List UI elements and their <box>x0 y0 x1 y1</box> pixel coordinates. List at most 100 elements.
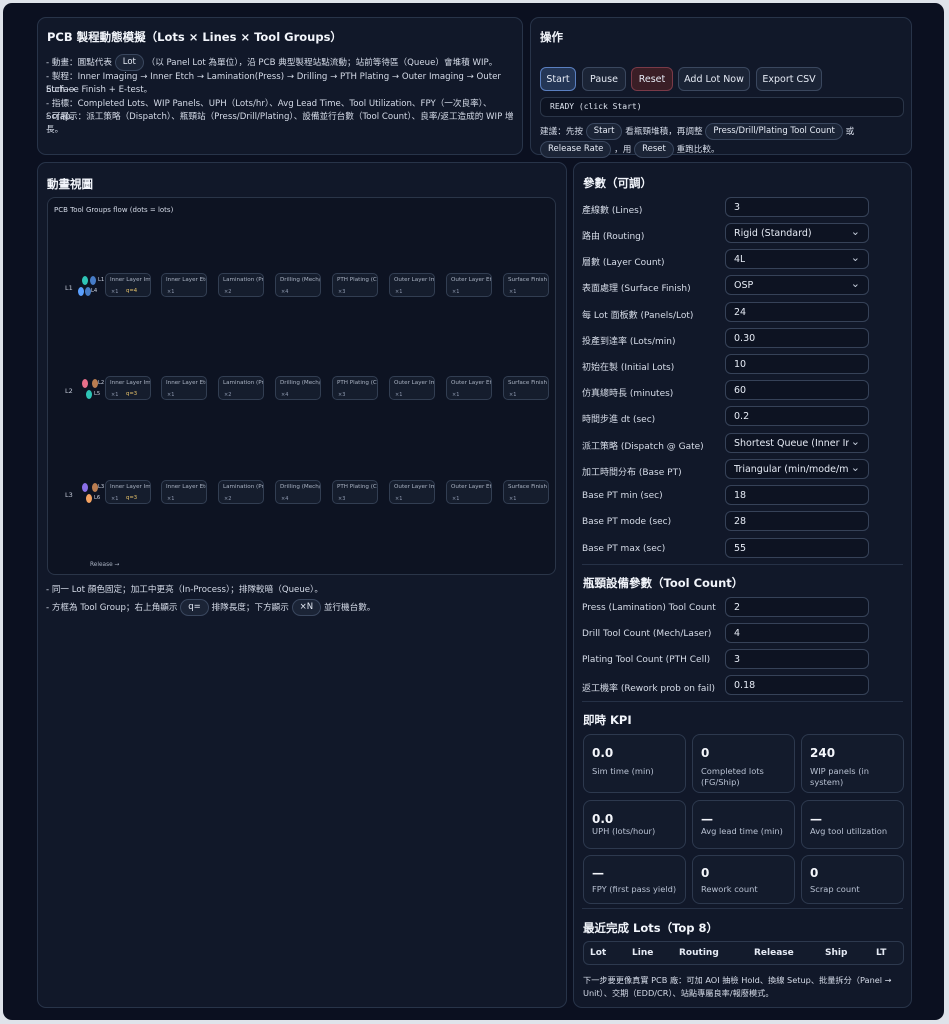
tool-group[interactable]: Outer Layer Etchin... ×1 <box>446 273 492 297</box>
tool-group-name: PTH Plating (Cu) <box>337 484 377 490</box>
kpi-value: 0 <box>701 746 710 760</box>
animation-title: 動畫視圖 <box>47 177 93 191</box>
param-value: Shortest Queue (Inner Ir <box>734 437 850 449</box>
tool-group[interactable]: Outer Layer Imagin... ×1 <box>389 480 435 504</box>
tool-group[interactable]: PTH Plating (Cu) ×3 <box>332 480 378 504</box>
kpi-card: 0 Scrap count <box>801 855 904 904</box>
tool-group[interactable]: Inner Layer Etchin... ×1 <box>161 480 207 504</box>
tool-group[interactable]: Inner Layer Etchin... ×1 <box>161 273 207 297</box>
kpi-label: Sim time (min) <box>592 766 654 776</box>
tool-group-count: ×1 <box>509 392 517 398</box>
param-value: 24 <box>734 306 747 318</box>
tool-group[interactable]: Inner Layer Etchin... ×1 <box>161 376 207 400</box>
tool-group[interactable]: Drilling (Mech/Las... ×4 <box>275 480 321 504</box>
tool-group-count: ×1 <box>167 496 175 502</box>
divider <box>582 701 903 702</box>
param-input[interactable]: 3 <box>725 197 869 217</box>
tool-group-count: ×1 <box>395 289 403 295</box>
tool-group[interactable]: Outer Layer Etchin... ×1 <box>446 480 492 504</box>
kpi-value: — <box>701 812 713 826</box>
param-select[interactable]: Triangular (min/mode/m <box>725 459 869 479</box>
page-title: PCB 製程動態模擬（Lots × Lines × Tool Groups） <box>47 30 342 44</box>
param-input[interactable]: 18 <box>725 485 869 505</box>
tool-count-input[interactable]: 0.18 <box>725 675 869 695</box>
tool-group[interactable]: Drilling (Mech/Las... ×4 <box>275 376 321 400</box>
param-input[interactable]: 0.30 <box>725 328 869 348</box>
param-input[interactable]: 28 <box>725 511 869 531</box>
tool-count-value: 2 <box>734 601 741 613</box>
kpi-label: Completed lots (FG/Ship) <box>701 766 764 787</box>
param-select[interactable]: OSP <box>725 275 869 295</box>
param-input[interactable]: 0.2 <box>725 406 869 426</box>
tool-group[interactable]: Lamination (Press) ×2 <box>218 273 264 297</box>
tool-group-name: Inner Layer Imagin... <box>110 277 150 283</box>
lot-label: L1 <box>98 277 105 283</box>
queue-length: q=3 <box>126 391 138 397</box>
queue-length: q=4 <box>126 288 138 294</box>
param-value: 4L <box>734 253 746 265</box>
param-input[interactable]: 24 <box>725 302 869 322</box>
export-csv-button[interactable]: Export CSV <box>756 67 822 91</box>
pause-button[interactable]: Pause <box>582 67 626 91</box>
tool-group[interactable]: Drilling (Mech/Las... ×4 <box>275 273 321 297</box>
param-select[interactable]: Shortest Queue (Inner Ir <box>725 433 869 453</box>
kpi-value: 240 <box>810 746 836 760</box>
flow-canvas[interactable]: PCB Tool Groups flow (dots = lots) Relea… <box>47 197 556 575</box>
tool-group-count: ×1 <box>452 392 460 398</box>
tool-group-name: Inner Layer Etchin... <box>166 380 206 386</box>
tool-group-count: ×1 <box>111 392 119 398</box>
tool-group[interactable]: Surface Finish + E... ×1 <box>503 273 549 297</box>
note2-b: 排隊長度；下方顯示 <box>211 603 289 613</box>
recent-lots-table: Lot Line Routing Release Ship LT <box>583 941 904 965</box>
tool-count-input[interactable]: 4 <box>725 623 869 643</box>
desc-process-cont: Surface Finish + E-test。 <box>46 85 153 95</box>
tool-group-name: Outer Layer Imagin... <box>394 277 434 283</box>
tip-start-pill: Start <box>585 123 623 140</box>
footer-note: 下一步要更像真實 PCB 廠：可加 AOI 抽檢 Hold、換線 Setup、批… <box>583 975 892 985</box>
add-lot-button[interactable]: Add Lot Now <box>678 67 750 91</box>
tool-count-input[interactable]: 2 <box>725 597 869 617</box>
tool-count-input[interactable]: 3 <box>725 649 869 669</box>
reset-button[interactable]: Reset <box>631 67 673 91</box>
tool-group-name: Lamination (Press) <box>223 277 263 283</box>
param-select[interactable]: Rigid (Standard) <box>725 223 869 243</box>
tool-group[interactable]: PTH Plating (Cu) ×3 <box>332 376 378 400</box>
tool-group-name: PTH Plating (Cu) <box>337 277 377 283</box>
tool-group[interactable]: Surface Finish + E... ×1 <box>503 480 549 504</box>
tool-group[interactable]: Lamination (Press) ×2 <box>218 480 264 504</box>
tool-group-name: Inner Layer Etchin... <box>166 277 206 283</box>
tool-group[interactable]: Outer Layer Imagin... ×1 <box>389 273 435 297</box>
param-input[interactable]: 10 <box>725 354 869 374</box>
legend-note-2: - 方框為 Tool Group；右上角顯示 q= 排隊長度；下方顯示 ×N 並… <box>46 599 375 616</box>
tool-group[interactable]: Inner Layer Imagin... ×1 q=3 <box>105 480 151 504</box>
note2-a: - 方框為 Tool Group；右上角顯示 <box>46 603 178 613</box>
tool-group[interactable]: Outer Layer Etchin... ×1 <box>446 376 492 400</box>
param-input[interactable]: 55 <box>725 538 869 558</box>
kpi-label: FPY (first pass yield) <box>592 884 677 894</box>
start-button[interactable]: Start <box>540 67 576 91</box>
kpi-label: Scrap count <box>810 884 860 894</box>
tool-group-count: ×1 <box>111 289 119 295</box>
param-label: 仿真總時長 (minutes) <box>582 389 674 399</box>
tool-group[interactable]: Surface Finish + E... ×1 <box>503 376 549 400</box>
tool-group[interactable]: Lamination (Press) ×2 <box>218 376 264 400</box>
lot-label: L4 <box>91 288 98 294</box>
tool-group-count: ×4 <box>281 289 289 295</box>
kpi-label: Rework count <box>701 884 758 894</box>
tool-group[interactable]: Inner Layer Imagin... ×1 q=3 <box>105 376 151 400</box>
param-select[interactable]: 4L <box>725 249 869 269</box>
lot-label: L3 <box>98 484 105 490</box>
canvas-title: PCB Tool Groups flow (dots = lots) <box>54 206 174 214</box>
param-input[interactable]: 60 <box>725 380 869 400</box>
tool-group[interactable]: Outer Layer Imagin... ×1 <box>389 376 435 400</box>
param-label: Base PT mode (sec) <box>582 517 672 527</box>
tool-group[interactable]: PTH Plating (Cu) ×3 <box>332 273 378 297</box>
tool-group-name: Inner Layer Etchin... <box>166 484 206 490</box>
param-value: 0.30 <box>734 332 756 344</box>
param-value: Rigid (Standard) <box>734 227 812 239</box>
tool-count-value: 0.18 <box>734 679 756 691</box>
param-value: Triangular (min/mode/m <box>734 463 849 475</box>
param-label: 層數 (Layer Count) <box>582 258 665 268</box>
tool-count-label: Drill Tool Count (Mech/Laser) <box>582 629 712 639</box>
tool-group[interactable]: Inner Layer Imagin... ×1 q=4 <box>105 273 151 297</box>
